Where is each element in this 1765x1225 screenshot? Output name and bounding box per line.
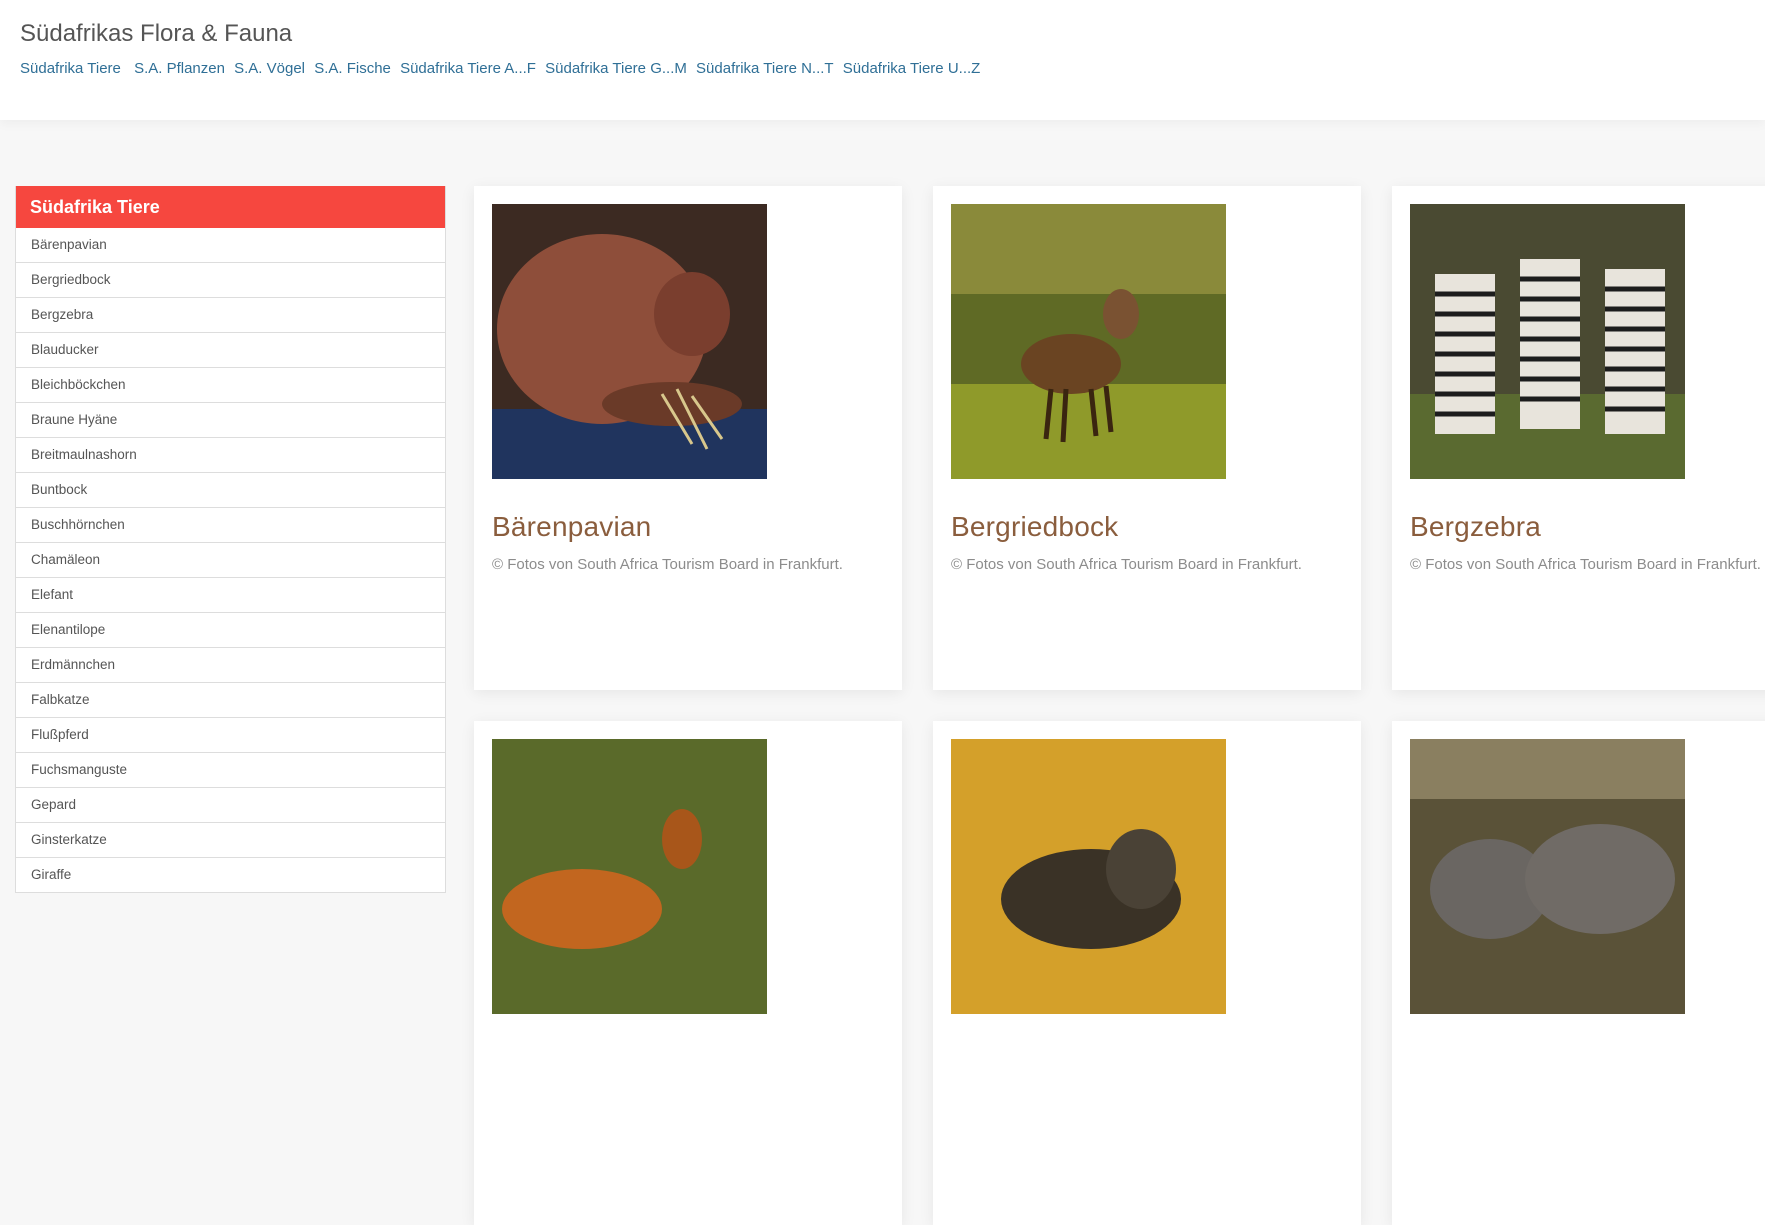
animal-card: Bergriedbock © Fotos von South Africa To…: [933, 186, 1361, 690]
card-title[interactable]: Bergzebra: [1410, 511, 1541, 543]
sidebar-item-gepard[interactable]: Gepard: [16, 788, 445, 823]
animal-photo[interactable]: [951, 204, 1226, 479]
sidebar-item-blauducker[interactable]: Blauducker: [16, 333, 445, 368]
sidebar-item-baerenpavian[interactable]: Bärenpavian: [16, 228, 445, 263]
site-header: Südafrikas Flora & Fauna Südafrika Tiere…: [0, 0, 1765, 120]
sidebar-item-falbkatze[interactable]: Falbkatze: [16, 683, 445, 718]
nav-link-tiere-u-z[interactable]: Südafrika Tiere U...Z: [843, 60, 981, 77]
nav-link-suedafrika-tiere[interactable]: Südafrika Tiere: [20, 60, 121, 77]
animal-photo[interactable]: [492, 204, 767, 479]
sidebar-item-ginsterkatze[interactable]: Ginsterkatze: [16, 823, 445, 858]
sidebar-title: Südafrika Tiere: [16, 186, 445, 228]
photo-credit: © Fotos von South Africa Tourism Board i…: [951, 556, 1302, 573]
nav-link-tiere-a-f[interactable]: Südafrika Tiere A...F: [400, 60, 536, 77]
animal-card: [933, 721, 1361, 1225]
animal-card: Bärenpavian © Fotos von South Africa Tou…: [474, 186, 902, 690]
sidebar-item-chamaeleon[interactable]: Chamäleon: [16, 543, 445, 578]
nav-link-tiere-n-t[interactable]: Südafrika Tiere N...T: [696, 60, 834, 77]
animal-photo[interactable]: [1410, 739, 1685, 1014]
sidebar-item-elefant[interactable]: Elefant: [16, 578, 445, 613]
sidebar: Südafrika Tiere Bärenpavian Bergriedbock…: [15, 186, 446, 893]
sidebar-item-bergzebra[interactable]: Bergzebra: [16, 298, 445, 333]
sidebar-item-erdmaennchen[interactable]: Erdmännchen: [16, 648, 445, 683]
nav-link-tiere-g-m[interactable]: Südafrika Tiere G...M: [545, 60, 687, 77]
sidebar-item-flusspferd[interactable]: Flußpferd: [16, 718, 445, 753]
animal-photo[interactable]: [951, 739, 1226, 1014]
sidebar-item-elenantilope[interactable]: Elenantilope: [16, 613, 445, 648]
sidebar-item-breitmaulnashorn[interactable]: Breitmaulnashorn: [16, 438, 445, 473]
sidebar-item-buschhoernchen[interactable]: Buschhörnchen: [16, 508, 445, 543]
photo-credit: © Fotos von South Africa Tourism Board i…: [1410, 556, 1761, 573]
site-title[interactable]: Südafrikas Flora & Fauna: [20, 20, 292, 48]
sidebar-item-fuchsmanguste[interactable]: Fuchsmanguste: [16, 753, 445, 788]
sidebar-item-buntbock[interactable]: Buntbock: [16, 473, 445, 508]
animal-photo[interactable]: [1410, 204, 1685, 479]
photo-credit: © Fotos von South Africa Tourism Board i…: [492, 556, 843, 573]
animal-photo[interactable]: [492, 739, 767, 1014]
animal-card: [474, 721, 902, 1225]
animal-card: [1392, 721, 1765, 1225]
sidebar-item-braune-hyaene[interactable]: Braune Hyäne: [16, 403, 445, 438]
animal-card: Bergzebra © Fotos von South Africa Touri…: [1392, 186, 1765, 690]
sidebar-item-bergriedbock[interactable]: Bergriedbock: [16, 263, 445, 298]
nav-link-fische[interactable]: S.A. Fische: [314, 60, 391, 77]
nav-link-pflanzen[interactable]: S.A. Pflanzen: [134, 60, 225, 77]
card-title[interactable]: Bergriedbock: [951, 511, 1118, 543]
card-title[interactable]: Bärenpavian: [492, 511, 651, 543]
sidebar-item-giraffe[interactable]: Giraffe: [16, 858, 445, 893]
nav-link-voegel[interactable]: S.A. Vögel: [234, 60, 305, 77]
sidebar-item-bleichboeckchen[interactable]: Bleichböckchen: [16, 368, 445, 403]
main-nav: Südafrika Tiere S.A. Pflanzen S.A. Vögel…: [20, 60, 985, 77]
